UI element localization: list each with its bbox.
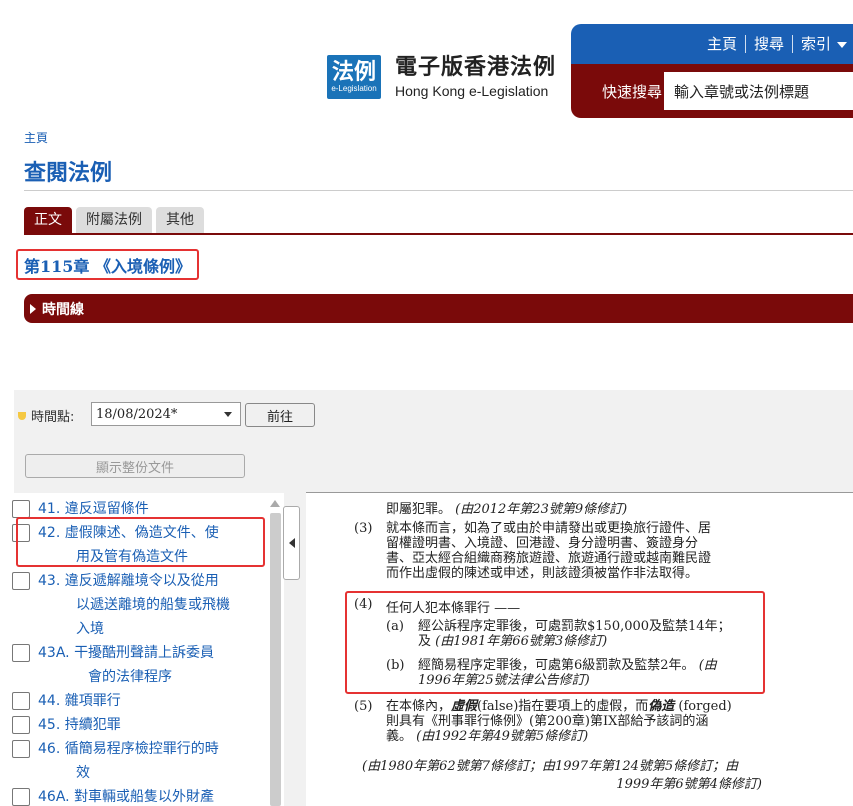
nav-index-menu[interactable]: 索引	[801, 33, 847, 54]
paragraph-a: 經公訴程序定罪後，可處罰款$150,000及監禁14年； 及 (由1981年第6…	[418, 619, 731, 649]
checkbox[interactable]	[12, 500, 30, 518]
amendment-footer: (由1980年第62號第7條修訂；由1997年第124號第5條修訂；由 1999…	[362, 759, 762, 792]
checkbox[interactable]	[12, 788, 30, 806]
point-in-time-select[interactable]: 18/08/2024*	[91, 402, 241, 426]
checkbox[interactable]	[12, 692, 30, 710]
paragraph-b: 經簡易程序定罪後，可處第6級罰款及監禁2年。 (由 1996年第25號法律公告修…	[418, 658, 717, 688]
tab-other[interactable]: 其他	[156, 207, 204, 233]
timeline-label: 時間線	[42, 301, 84, 318]
subsection-4-head: 任何人犯本條罪行 ——	[386, 601, 521, 616]
checkbox[interactable]	[12, 524, 30, 542]
nav-home-link[interactable]: 主頁	[707, 33, 737, 54]
list-item[interactable]: 42. 虛假陳述、偽造文件、使 用及管有偽造文件	[12, 521, 238, 569]
show-full-document-button[interactable]: 顯示整份文件	[25, 454, 245, 478]
content-intro: 即屬犯罪。 (由2012年第23號第9條修訂)	[386, 502, 628, 517]
subsection-4-num: (4)	[354, 597, 373, 612]
site-title-en: Hong Kong e-Legislation	[395, 83, 549, 99]
point-in-time-value: 18/08/2024*	[96, 406, 178, 422]
subsection-3: 就本條而言，如為了或由於申請發出或更換旅行證件、居 留權證明書、入境證、回港證、…	[386, 521, 712, 581]
go-button[interactable]: 前往	[245, 403, 315, 427]
list-item[interactable]: 44. 雜項罪行	[12, 689, 238, 713]
list-item[interactable]: 45. 持續犯罪	[12, 713, 238, 737]
logo-en: e-Legislation	[331, 84, 377, 93]
collapse-panel-button[interactable]	[283, 506, 300, 580]
point-in-time-label: 時間點:	[31, 410, 75, 425]
list-item[interactable]: 46A. 對車輛或船隻以外財產	[12, 785, 238, 806]
top-nav-bar: 主頁 搜尋 索引 快速搜尋 輸入章號或法例標題	[571, 24, 853, 118]
tab-main-text[interactable]: 正文	[24, 207, 72, 233]
breadcrumb-home[interactable]: 主頁	[24, 129, 48, 146]
subsection-5-num: (5)	[354, 699, 373, 714]
list-item[interactable]: 43. 違反遞解離境令以及從用 以遞送離境的船隻或飛機 入境	[12, 569, 238, 641]
site-logo[interactable]: 法例 e-Legislation 電子版香港法例 Hong Kong e-Leg…	[327, 54, 556, 100]
nav-search-link[interactable]: 搜尋	[754, 33, 784, 54]
timeline-bar[interactable]: 時間線	[24, 294, 853, 323]
tab-bar: 正文 附屬法例 其他	[24, 207, 208, 233]
checkbox[interactable]	[12, 740, 30, 758]
point-in-time: 時間點:	[18, 406, 74, 425]
expand-arrow-icon	[30, 303, 36, 314]
nav-index-label: 索引	[800, 35, 831, 53]
list-item[interactable]: 46. 循簡易程序檢控罪行的時 效	[12, 737, 238, 785]
shield-icon	[18, 411, 26, 420]
quick-search-label: 快速搜尋	[602, 83, 663, 101]
page-title: 查閱法例	[24, 161, 113, 186]
logo-zh: 法例	[331, 59, 376, 85]
list-item[interactable]: 43A. 干擾酷刑聲請上訴委員 會的法律程序	[12, 641, 238, 689]
scroll-up-arrow-icon[interactable]	[270, 500, 280, 507]
logo-mark: 法例 e-Legislation	[327, 55, 381, 99]
chevron-down-icon	[837, 41, 847, 48]
quick-search-input[interactable]: 輸入章號或法例標題	[664, 72, 853, 110]
scrollbar[interactable]	[270, 513, 281, 806]
checkbox[interactable]	[12, 716, 30, 734]
tab-subsidiary[interactable]: 附屬法例	[76, 207, 152, 233]
subsection-5: 在本條內，虛假(false)指在要項上的虛假，而偽造 (forged) 則具有《…	[386, 699, 732, 744]
list-item[interactable]: 41. 違反逗留條件	[12, 497, 238, 521]
subsection-3-num: (3)	[354, 521, 373, 536]
checkbox[interactable]	[12, 644, 30, 662]
site-title-zh: 電子版香港法例	[395, 55, 557, 80]
paragraph-a-num: (a)	[386, 619, 404, 634]
chapter-title: 第115章 《入境條例》	[16, 249, 199, 280]
arrow-left-icon	[288, 538, 295, 548]
chevron-down-icon	[224, 411, 232, 417]
checkbox[interactable]	[12, 572, 30, 590]
paragraph-b-num: (b)	[386, 658, 405, 673]
